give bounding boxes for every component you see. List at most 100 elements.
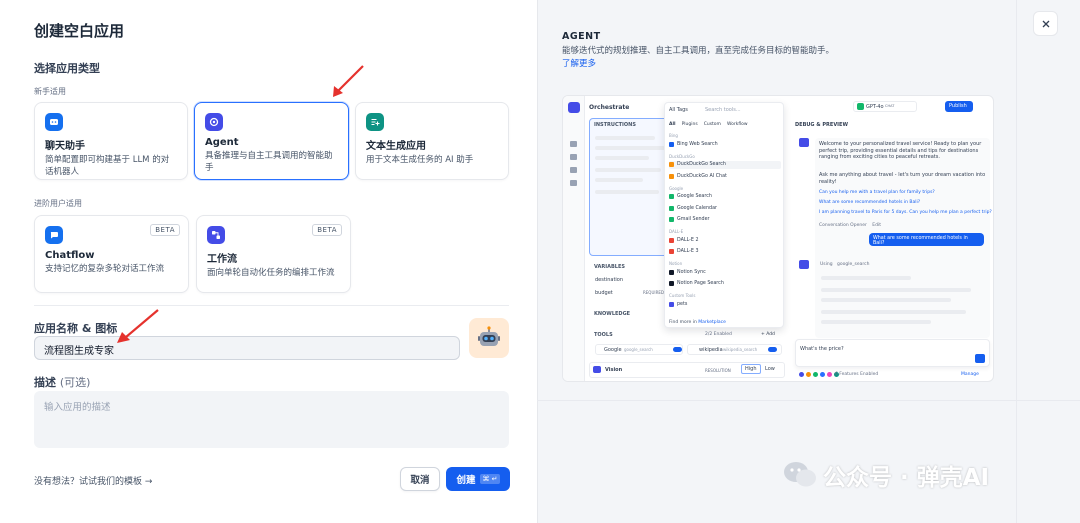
feature-icons bbox=[799, 372, 839, 377]
rail-icon bbox=[570, 141, 577, 147]
app-type-chatflow-card[interactable]: BETA Chatflow 支持记忆的复杂多轮对话工作流 bbox=[34, 215, 189, 293]
preview-res-high: High bbox=[741, 364, 761, 374]
app-description-textarea[interactable]: 输入应用的描述 bbox=[34, 391, 509, 448]
bot-icon bbox=[799, 138, 809, 147]
preview-find-more: Find more in Marketplace bbox=[669, 320, 726, 325]
tool-name: DuckDuckGo Search bbox=[677, 162, 726, 167]
create-app-form: 创建空白应用 选择应用类型 新手适用 聊天助手 简单配置即可构建基于 LLM 的… bbox=[0, 0, 537, 523]
preview-publish: Publish bbox=[945, 101, 973, 112]
app-type-textgen-card[interactable]: 文本生成应用 用于文本生成任务的 AI 助手 bbox=[355, 102, 509, 180]
model-icon bbox=[857, 103, 864, 110]
tool-name: Notion Page Search bbox=[677, 281, 724, 286]
manage-link: Manage bbox=[961, 372, 979, 377]
dd-group-label: DuckDuckGo bbox=[669, 153, 695, 159]
preview-var2-tag: REQUIRED bbox=[643, 290, 664, 295]
using-text: Using bbox=[820, 262, 833, 267]
app-type-workflow-card[interactable]: BETA 工作流 面向单轮自动化任务的编排工作流 bbox=[196, 215, 351, 293]
suggest2: What are some recommended hotels in Bali… bbox=[819, 200, 921, 205]
bg-line bbox=[1016, 0, 1017, 523]
create-button[interactable]: 创建 ⌘ ↵ bbox=[446, 467, 510, 491]
dd-tool-item: DALL-E 3 bbox=[669, 248, 781, 256]
dialog-title: 创建空白应用 bbox=[34, 22, 125, 40]
dd-tool-item: pets bbox=[669, 300, 781, 308]
preview-tool1-sub: google_search bbox=[624, 347, 653, 352]
app-type-agent-card[interactable]: Agent 具备推理与自主工具调用的智能助手 bbox=[194, 102, 349, 180]
preview-variables: VARIABLES bbox=[594, 264, 625, 270]
dd-tool-item: Gmail Sender bbox=[669, 216, 781, 224]
preview-toggle bbox=[768, 347, 777, 352]
tool-icon bbox=[669, 217, 674, 222]
preview-type-title: AGENT bbox=[562, 31, 601, 42]
preview-toggle bbox=[673, 347, 682, 352]
preview-res-low: Low bbox=[765, 366, 775, 372]
dd-tool-item: Bing Web Search bbox=[669, 140, 781, 148]
robot-avatar-icon[interactable] bbox=[469, 318, 509, 358]
preview-orchestrate: Orchestrate bbox=[589, 104, 630, 111]
desc-label-text: 描述 bbox=[34, 376, 56, 389]
dd-group-label: Google bbox=[669, 185, 684, 191]
app-name-input[interactable]: 流程图生成专家 bbox=[34, 336, 460, 360]
marketplace-link: Marketplace bbox=[698, 320, 726, 325]
using-tool-name: google_search bbox=[837, 262, 870, 267]
tool-icon bbox=[669, 249, 674, 254]
suggest1: Can you help me with a travel plan for f… bbox=[819, 190, 935, 195]
dd-tab: Custom bbox=[703, 122, 721, 127]
card-name: Agent bbox=[205, 137, 239, 148]
workflow-icon bbox=[207, 226, 225, 244]
preview-vision: Vision bbox=[605, 367, 623, 373]
card-desc: 支持记忆的复杂多轮对话工作流 bbox=[45, 264, 165, 274]
desc-label: 描述 (可选) bbox=[34, 374, 90, 390]
watermark-text: 公众号 · 弹壳AI bbox=[823, 465, 990, 491]
cancel-button[interactable]: 取消 bbox=[400, 467, 440, 491]
rail-icon bbox=[570, 154, 577, 160]
tool-name: Google Search bbox=[677, 194, 712, 199]
preview-tools: TOOLS bbox=[594, 332, 613, 338]
text-generate-icon bbox=[366, 113, 384, 131]
user-msg: What are some recommended hotels in Bali… bbox=[869, 233, 984, 246]
card-desc: 面向单轮自动化任务的编排工作流 bbox=[207, 268, 335, 278]
preview-tool2: wikipedia bbox=[699, 347, 723, 353]
rail-icon bbox=[570, 167, 577, 173]
tool-icon bbox=[669, 269, 674, 275]
annotation-arrow-agent bbox=[333, 65, 364, 97]
name-icon-label: 应用名称 & 图标 bbox=[34, 322, 118, 335]
wechat-icon bbox=[784, 462, 816, 487]
card-desc: 用于文本生成任务的 AI 助手 bbox=[366, 155, 474, 165]
dd-group-label: Bing bbox=[669, 133, 678, 138]
template-link[interactable]: 没有想法？试试我们的模板 → bbox=[34, 474, 152, 487]
tool-icon bbox=[669, 194, 674, 199]
tool-name: Bing Web Search bbox=[677, 141, 718, 147]
preview-debug: DEBUG & PREVIEW bbox=[795, 122, 848, 128]
find-more-text: Find more in bbox=[669, 320, 697, 325]
tool-name: DALL-E 3 bbox=[677, 249, 699, 254]
dd-tool-item: Notion Sync bbox=[669, 268, 781, 276]
send-icon bbox=[975, 354, 985, 363]
advanced-label: 进阶用户适用 bbox=[34, 199, 82, 208]
annotation-arrow-name bbox=[117, 309, 159, 343]
chat-bot-icon bbox=[45, 113, 63, 131]
preview-tool2-sub: wikipedia_search bbox=[723, 347, 758, 352]
vision-icon bbox=[593, 366, 601, 373]
preview-tools-add: + Add bbox=[761, 332, 775, 337]
desc-optional: (可选) bbox=[59, 376, 91, 389]
rail-icon bbox=[570, 180, 577, 186]
agent-icon bbox=[205, 113, 223, 131]
preview-type-desc: 能够迭代式的规划推理、自主工具调用，直至完成任务目标的智能助手。 bbox=[562, 46, 835, 56]
bot-msg2: Ask me anything about travel - let's tur… bbox=[819, 172, 986, 185]
bot-icon bbox=[799, 260, 809, 269]
tool-icon bbox=[669, 162, 674, 167]
create-button-label: 创建 bbox=[456, 475, 476, 486]
suggest3: I am planning travel to Paris for 5 days… bbox=[819, 210, 992, 215]
dd-tool-item: DALL-E 2 bbox=[669, 236, 781, 244]
using-tool: Using google_search bbox=[820, 262, 869, 267]
app-type-label: 选择应用类型 bbox=[34, 62, 100, 75]
beta-badge: BETA bbox=[150, 224, 180, 236]
learn-more-link[interactable]: 了解更多 bbox=[562, 57, 596, 69]
card-desc: 具备推理与自主工具调用的智能助手 bbox=[205, 151, 333, 173]
dd-tab: Workflow bbox=[726, 122, 748, 127]
tool-name: DuckDuckGo AI Chat bbox=[677, 173, 727, 179]
beta-badge: BETA bbox=[312, 224, 342, 236]
close-button[interactable] bbox=[1033, 11, 1058, 36]
dd-tab: Plugins bbox=[681, 122, 698, 127]
app-type-chat-card[interactable]: 聊天助手 简单配置即可构建基于 LLM 的对话机器人 bbox=[34, 102, 188, 180]
